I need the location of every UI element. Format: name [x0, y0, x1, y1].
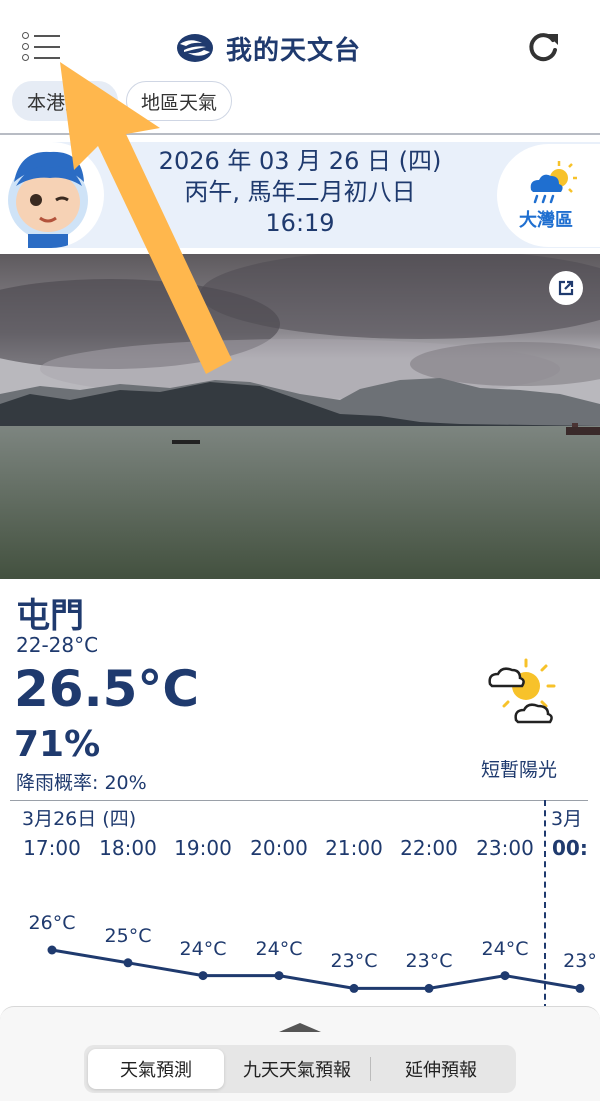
sunny-periods-icon [488, 658, 556, 724]
current-temperature: 26.5°C [14, 660, 200, 718]
mascot-avatar[interactable] [0, 142, 104, 248]
relative-humidity: 71% [14, 724, 101, 765]
temperature-range: 22-28°C [16, 633, 99, 657]
tab-weather-forecast[interactable]: 天氣預測 [88, 1049, 224, 1089]
date-banner: 2026 年 03 月 26 日 (四) 丙午, 馬年二月初八日 16:19 大… [0, 142, 600, 248]
hour-temperature: 23°C [330, 950, 378, 973]
webcam-image[interactable] [0, 254, 600, 579]
hourly-forecast[interactable]: 3月26日 (四) 3月 17:00 18:00 19:00 20:00 21:… [0, 800, 600, 1010]
hour-temperature: 23°C [405, 950, 453, 973]
station-name[interactable]: 屯門 [16, 588, 84, 637]
region-tabs: 本港天氣 地區天氣 [12, 81, 233, 121]
hour-temperature: 24°C [481, 937, 529, 960]
tab-nine-day-forecast[interactable]: 九天天氣預報 [224, 1049, 370, 1089]
temperature-point [500, 971, 510, 981]
forecast-segment-control: 天氣預測 九天天氣預報 延伸預報 [84, 1045, 516, 1093]
temperature-point [198, 971, 208, 981]
lunar-date: 丙午, 馬年二月初八日 [184, 178, 416, 206]
app-title-text: 我的天文台 [226, 35, 362, 66]
tab-district-weather[interactable]: 地區天氣 [126, 81, 233, 121]
bottom-sheet: 天氣預測 九天天氣預報 延伸預報 [0, 1006, 600, 1101]
refresh-icon[interactable] [524, 28, 562, 66]
header-divider [0, 133, 600, 135]
current-time: 16:19 [265, 209, 335, 237]
hko-logo-icon [177, 34, 213, 62]
temperature-point [349, 983, 359, 993]
weather-description: 短暫陽光 [481, 759, 558, 781]
temperature-point [575, 983, 585, 993]
temperature-point [123, 958, 133, 968]
tab-extended-forecast[interactable]: 延伸預報 [371, 1049, 511, 1089]
temperature-point [47, 945, 57, 955]
gregorian-date: 2026 年 03 月 26 日 (四) [158, 147, 442, 175]
temperature-point [274, 971, 284, 981]
expand-handle-icon[interactable] [277, 1021, 323, 1033]
app-header: 我的天文台 [0, 0, 600, 78]
gba-label: 大灣區 [519, 210, 573, 231]
temperature-point [424, 983, 434, 993]
app-title: 我的天文台 [176, 28, 361, 68]
hour-temperature: 25°C [104, 924, 152, 947]
gba-weather-button[interactable]: 大灣區 [497, 144, 600, 247]
rain-probability: 降雨概率: 20% [16, 772, 147, 794]
temperature-line-chart [47, 945, 585, 993]
gba-weather-icon [530, 161, 577, 204]
menu-icon[interactable] [22, 32, 62, 62]
hour-temperature: 24°C [255, 937, 303, 960]
hour-temperature: 24°C [179, 937, 227, 960]
open-external-icon[interactable] [549, 271, 583, 305]
hour-temperature: 26°C [28, 912, 76, 934]
hour-temperature: 23° [563, 950, 597, 973]
tab-hk-weather[interactable]: 本港天氣 [12, 81, 119, 121]
date-info: 2026 年 03 月 26 日 (四) 丙午, 馬年二月初八日 16:19 [110, 146, 490, 239]
